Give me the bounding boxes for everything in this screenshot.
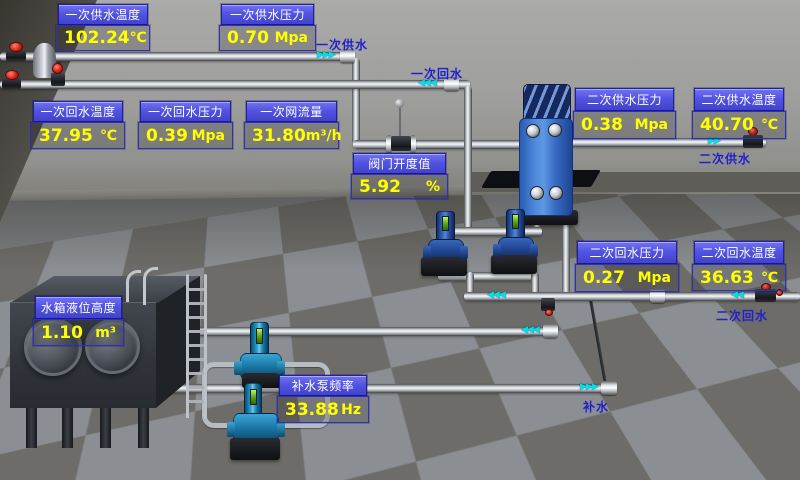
pipe-primary-return (0, 80, 470, 89)
tank-ladder (204, 274, 207, 418)
sensor-secondary-return-pressure: 二次回水压力 0.27 Mpa (575, 241, 679, 292)
sensor-label: 一次网流量 (246, 101, 337, 122)
tank-handrail (143, 267, 158, 305)
sensor-label: 二次回水压力 (577, 241, 677, 264)
sensor-primary-return-temp: 一次回水温度 37.95 ℃ (31, 101, 125, 149)
pipe-to-heat-exchanger (353, 140, 535, 149)
sensor-unit: ℃ (761, 117, 778, 133)
sensor-makeup-pump-frequency: 补水泵频率 33.88Hz (277, 375, 369, 423)
sensor-label: 二次回水温度 (694, 241, 784, 264)
flow-arrow-left-icon: ◀◀◀ (521, 326, 539, 335)
tank-leg (138, 408, 149, 448)
pipe-secondary-supply (558, 138, 766, 147)
sensor-secondary-supply-temp: 二次供水温度 40.70 ℃ (692, 88, 786, 139)
sensor-unit: ℃ (100, 128, 117, 144)
sensor-value: 37.95 (39, 126, 93, 146)
hx-port (530, 186, 544, 200)
tank-ladder-rungs (187, 288, 205, 412)
sensor-value: 36.63 (700, 268, 754, 288)
sensor-value: 0.27 (583, 268, 625, 288)
sensor-unit: ℃ (130, 30, 147, 46)
sensor-value: 0.38 (581, 115, 623, 135)
pipe-flange (543, 324, 558, 338)
sensor-label: 一次回水温度 (33, 101, 123, 122)
sensor-unit: Mpa (638, 270, 671, 286)
hx-tie-rod-frame (523, 84, 571, 122)
sensor-value: 0.70 (227, 28, 269, 48)
pipe-primary-supply-drop (352, 58, 360, 144)
sensor-unit: % (426, 179, 440, 195)
sensor-primary-flow: 一次网流量 31.80m³/h (244, 101, 339, 149)
sensor-primary-supply-pressure: 一次供水压力 0.70 Mpa (219, 4, 316, 51)
sensor-tank-level: 水箱液位高度 1.10 m³ (33, 296, 124, 346)
sensor-label: 一次回水压力 (140, 101, 231, 122)
pipe-label-makeup-water: 补水 (583, 398, 609, 415)
pipe-label-primary-return: 一次回水 (411, 65, 463, 82)
pipe-tank-outlet (146, 327, 556, 336)
pipe-elbow-flange (601, 381, 617, 395)
sensor-label: 二次供水温度 (694, 88, 784, 111)
sensor-unit: Hz (341, 402, 361, 418)
sensor-unit: Mpa (275, 30, 308, 46)
sensor-valve-opening: 阀门开度值 5.92% (351, 153, 448, 199)
pipe-secondary-return (464, 292, 800, 301)
sensor-label: 一次供水温度 (58, 4, 148, 25)
sensor-value: 31.80 (252, 126, 306, 146)
hmi-heat-station-screen: ▶▶▶ ◀◀◀ ▶▶ ◀◀◀ ◀◀ ◀◀◀ ▶▶▶ (0, 0, 800, 480)
pipe-label-secondary-return: 二次回水 (716, 307, 768, 324)
pump-suction-manifold (450, 227, 542, 236)
pipe-label-secondary-supply: 二次供水 (699, 150, 751, 167)
tank-handrail (126, 270, 141, 302)
flow-arrow-left-icon: ◀◀ (731, 291, 743, 300)
sensor-secondary-supply-pressure: 二次供水压力 0.38 Mpa (573, 88, 676, 139)
sensor-unit: m³/h (306, 128, 342, 144)
sensor-value: 33.88 (285, 400, 339, 420)
flow-arrow-right-icon: ▶▶▶ (580, 383, 598, 392)
sensor-label: 补水泵频率 (279, 375, 367, 396)
sensor-label: 二次供水压力 (575, 88, 674, 111)
sensor-label: 水箱液位高度 (35, 296, 122, 319)
sensor-label: 一次供水压力 (221, 4, 314, 25)
hx-port (526, 124, 540, 138)
sensor-value: 102.24 (64, 28, 130, 48)
sensor-unit: Mpa (192, 128, 225, 144)
sensor-value: 40.70 (700, 115, 754, 135)
sensor-unit: ℃ (761, 270, 778, 286)
hx-port (548, 123, 562, 137)
sensor-value: 1.10 (41, 323, 83, 343)
hx-port (549, 186, 563, 200)
tank-leg (62, 408, 73, 448)
sensor-secondary-return-temp: 二次回水温度 36.63 ℃ (692, 241, 786, 291)
flow-arrow-left-icon: ◀◀◀ (487, 291, 505, 300)
tank-leg (26, 408, 37, 448)
sensor-value: 0.39 (146, 126, 188, 146)
sensor-label: 阀门开度值 (353, 153, 446, 174)
tank-ladder (186, 274, 189, 418)
pipe-label-primary-supply: 一次供水 (316, 36, 368, 53)
sensor-primary-supply-temp: 一次供水温度 102.24℃ (56, 4, 150, 51)
tank-leg (100, 408, 111, 448)
pipe-primary-return-drop (464, 86, 472, 232)
sensor-unit: m³ (95, 325, 116, 341)
sensor-value: 5.92 (359, 177, 401, 197)
sensor-unit: Mpa (635, 117, 668, 133)
sensor-primary-return-pressure: 一次回水压力 0.39Mpa (138, 101, 233, 149)
